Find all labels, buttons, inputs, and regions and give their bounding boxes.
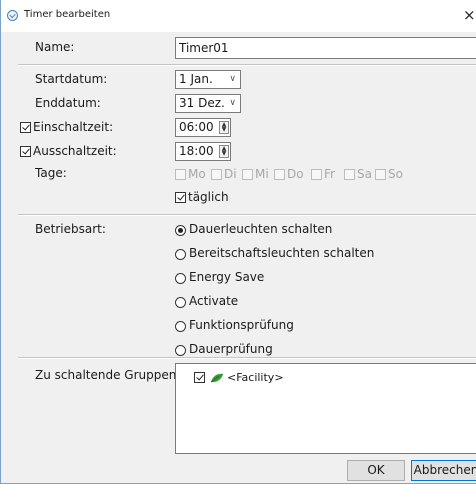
days-label: Tage: — [35, 166, 67, 180]
tree-item[interactable]: <Facility> — [182, 370, 382, 386]
mode-label-energy-save: Energy Save — [189, 270, 265, 284]
mode-radio-funktionspruefung[interactable] — [175, 321, 186, 332]
on-time-label: Einschaltzeit: — [33, 120, 114, 134]
start-date-select[interactable]: 1 Jan. ∨ — [175, 70, 241, 89]
app-icon — [7, 10, 18, 21]
mode-radio-energy-save[interactable] — [175, 273, 186, 284]
on-time-value: 06:00 — [179, 120, 214, 134]
off-time-label: Ausschaltzeit: — [33, 144, 117, 158]
mode-radio-bereitschaft[interactable] — [175, 249, 186, 260]
close-button[interactable]: × — [463, 4, 476, 26]
day-label-mi: Mi — [255, 167, 269, 181]
end-date-select[interactable]: 31 Dez. ∨ — [175, 94, 241, 113]
groups-tree[interactable]: <Facility> — [175, 363, 476, 454]
day-label-do: Do — [287, 167, 304, 181]
title-bar: Timer bearbeiten × — [1, 0, 476, 32]
daily-checkbox[interactable] — [175, 192, 186, 203]
cancel-button[interactable]: Abbrechen — [411, 460, 476, 481]
group-checkbox[interactable] — [194, 372, 205, 383]
on-time-checkbox[interactable] — [20, 122, 31, 133]
daily-label: täglich — [188, 190, 229, 204]
mode-label-dauerpruefung: Dauerprüfung — [189, 342, 273, 356]
start-date-value: 1 Jan. — [179, 72, 213, 86]
mode-label-activate: Activate — [189, 294, 239, 308]
group-item-label: <Facility> — [227, 371, 284, 384]
day-label-mo: Mo — [188, 167, 206, 181]
chevron-down-icon: ∨ — [229, 98, 236, 108]
start-date-label: Startdatum: — [35, 72, 108, 86]
day-checkbox-mo[interactable] — [175, 169, 186, 180]
name-input[interactable]: Timer01 — [175, 37, 476, 59]
spin-arrows-icon[interactable]: ▲ ▼ — [219, 121, 229, 134]
mode-label-funktionspruefung: Funktionsprüfung — [189, 318, 294, 332]
mode-label-dauerleuchten: Dauerleuchten schalten — [189, 222, 333, 236]
off-time-checkbox[interactable] — [20, 146, 31, 157]
day-checkbox-di[interactable] — [211, 169, 222, 180]
separator — [18, 64, 476, 66]
day-checkbox-mi[interactable] — [242, 169, 253, 180]
on-time-input[interactable]: 06:00 ▲ ▼ — [175, 118, 231, 137]
dialog-window: Timer bearbeiten × Name: Timer01 Startda… — [0, 0, 476, 484]
day-checkbox-sa[interactable] — [344, 169, 355, 180]
day-checkbox-so[interactable] — [375, 169, 386, 180]
day-label-fr: Fr — [324, 167, 335, 181]
mode-label-bereitschaft: Bereitschaftsleuchten schalten — [189, 246, 375, 260]
mode-radio-activate[interactable] — [175, 297, 186, 308]
mode-radio-dauerpruefung[interactable] — [175, 345, 186, 356]
ok-button[interactable]: OK — [347, 460, 405, 481]
end-date-label: Enddatum: — [35, 96, 101, 110]
day-label-so: So — [388, 167, 403, 181]
day-label-sa: Sa — [357, 167, 372, 181]
chevron-down-icon: ∨ — [229, 74, 236, 84]
leaf-icon — [210, 372, 224, 384]
separator — [18, 357, 476, 359]
groups-label: Zu schaltende Gruppen: — [35, 368, 181, 382]
spin-arrows-icon[interactable]: ▲ ▼ — [219, 145, 229, 158]
off-time-input[interactable]: 18:00 ▲ ▼ — [175, 142, 231, 161]
mode-radio-dauerleuchten[interactable] — [175, 225, 186, 236]
day-checkbox-fr[interactable] — [311, 169, 322, 180]
off-time-value: 18:00 — [179, 144, 214, 158]
name-label: Name: — [35, 40, 75, 54]
separator — [18, 214, 476, 216]
day-label-di: Di — [224, 167, 237, 181]
window-title: Timer bearbeiten — [24, 9, 111, 20]
mode-label: Betriebsart: — [35, 222, 106, 236]
day-checkbox-do[interactable] — [274, 169, 285, 180]
end-date-value: 31 Dez. — [179, 96, 225, 110]
